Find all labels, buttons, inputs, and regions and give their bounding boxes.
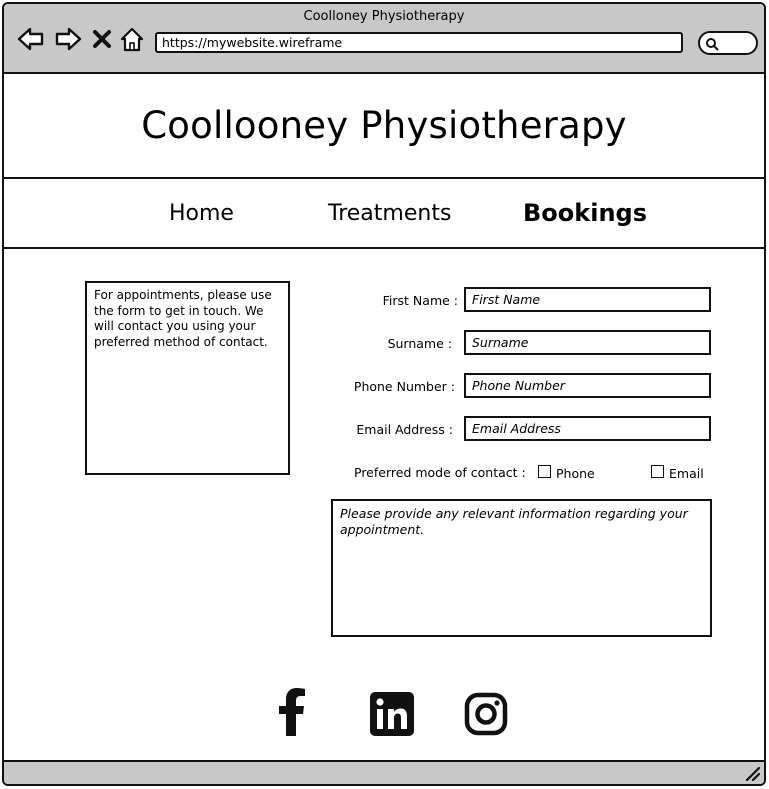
phone-checkbox-label: Phone	[556, 466, 595, 481]
instagram-icon[interactable]	[464, 690, 508, 738]
window-title: Coolloney Physiotherapy	[303, 9, 465, 24]
browser-toolbar: Coolloney Physiotherapy https://mywebsit…	[4, 4, 764, 74]
email-input[interactable]: Email Address	[464, 416, 711, 441]
booking-info-text: For appointments, please use the form to…	[85, 281, 290, 475]
nav-home[interactable]: Home	[169, 201, 234, 226]
search-icon	[706, 38, 719, 51]
facebook-icon[interactable]	[272, 688, 312, 736]
site-title: Coollooney Physiotherapy	[141, 104, 627, 147]
contact-mode-label: Preferred mode of contact :	[354, 465, 526, 480]
nav-bookings[interactable]: Bookings	[523, 199, 647, 227]
linkedin-icon[interactable]	[370, 690, 414, 738]
surname-label: Surname :	[387, 336, 452, 351]
url-bar[interactable]: https://mywebsite.wireframe	[155, 32, 683, 53]
message-textarea[interactable]: Please provide any relevant information …	[331, 499, 712, 637]
status-bar	[4, 760, 764, 784]
surname-input[interactable]: Surname	[464, 330, 711, 355]
search-field[interactable]	[698, 31, 758, 55]
browser-window: Coolloney Physiotherapy https://mywebsit…	[2, 2, 766, 786]
nav-divider	[4, 247, 764, 249]
email-label: Email Address :	[356, 422, 453, 437]
back-arrow-icon[interactable]	[16, 24, 46, 54]
forward-arrow-icon[interactable]	[53, 24, 83, 54]
home-icon[interactable]	[118, 24, 146, 54]
resize-handle-icon[interactable]	[744, 765, 760, 781]
close-icon[interactable]	[90, 24, 114, 54]
email-checkbox-label: Email	[669, 466, 704, 481]
nav-treatments[interactable]: Treatments	[328, 201, 451, 226]
phone-label: Phone Number :	[353, 379, 455, 394]
phone-checkbox[interactable]	[538, 465, 551, 478]
header-divider	[4, 177, 764, 179]
email-checkbox[interactable]	[651, 465, 664, 478]
phone-input[interactable]: Phone Number	[464, 373, 711, 398]
first-name-input[interactable]: First Name	[464, 287, 711, 312]
first-name-label: First Name :	[382, 293, 458, 308]
